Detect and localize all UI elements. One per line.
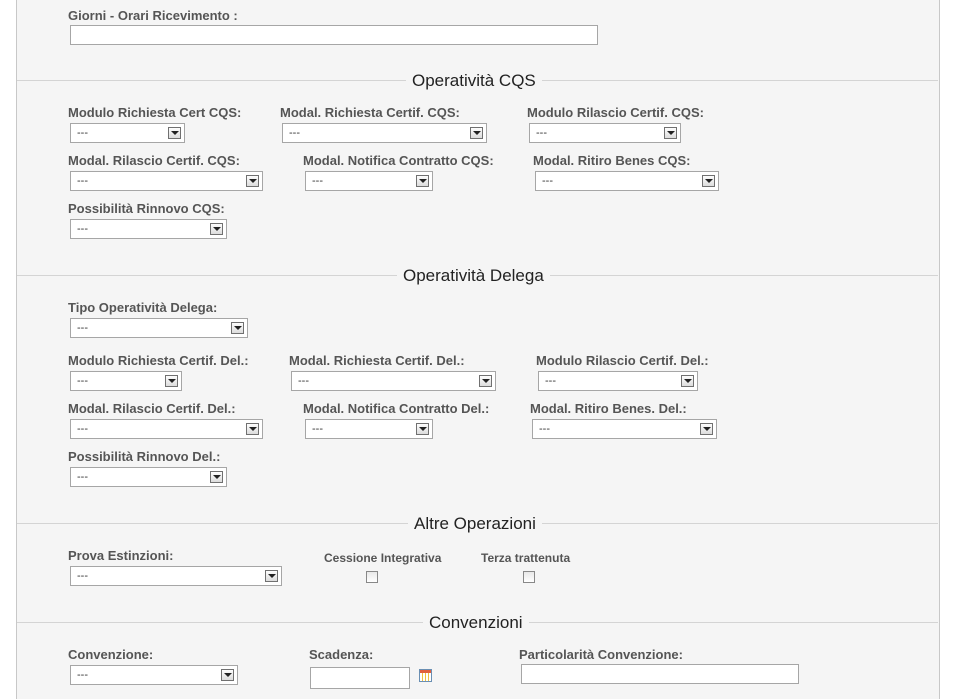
select-value: --- [289,127,300,139]
cqs-rinnovo-select[interactable]: --- [70,219,227,239]
chevron-down-icon[interactable] [681,375,694,387]
section-title-altre: Altre Operazioni [408,514,542,534]
delega-modulo-richiesta-select[interactable]: --- [70,371,182,391]
scadenza-input[interactable] [310,667,410,689]
cqs-modal-ritiro-select[interactable]: --- [535,171,719,191]
select-value: --- [77,471,88,483]
select-value: --- [312,423,323,435]
select-value: --- [542,175,553,187]
cqs-rinnovo-label: Possibilità Rinnovo CQS: [68,201,225,216]
delega-tipo-select[interactable]: --- [70,318,248,338]
section-title-convenzioni: Convenzioni [423,613,529,633]
cqs-modal-rilascio-label: Modal. Rilascio Certif. CQS: [68,153,240,168]
chevron-down-icon[interactable] [165,375,178,387]
select-value: --- [298,375,309,387]
terza-trattenuta-label: Terza trattenuta [481,551,571,565]
cqs-modulo-richiesta-label: Modulo Richiesta Cert CQS: [68,105,242,120]
chevron-down-icon[interactable] [210,471,223,483]
chevron-down-icon[interactable] [246,175,259,187]
delega-rinnovo-select[interactable]: --- [70,467,227,487]
chevron-down-icon[interactable] [265,570,278,582]
delega-tipo-label: Tipo Operatività Delega: [68,300,218,315]
select-value: --- [77,423,88,435]
select-value: --- [77,669,88,681]
particolarita-convenzione-input[interactable] [521,664,799,684]
chevron-down-icon[interactable] [210,223,223,235]
cqs-modal-richiesta-label: Modal. Richiesta Certif. CQS: [280,105,460,120]
cqs-modal-notifica-label: Modal. Notifica Contratto CQS: [303,153,494,168]
giorni-input[interactable] [70,25,598,45]
delega-modulo-rilascio-select[interactable]: --- [538,371,698,391]
prova-estinzioni-label: Prova Estinzioni: [68,548,174,563]
select-value: --- [545,375,556,387]
particolarita-convenzione-label: Particolarità Convenzione: [519,647,683,662]
chevron-down-icon[interactable] [664,127,677,139]
cqs-modulo-richiesta-select[interactable]: --- [70,123,185,143]
scadenza-label: Scadenza: [309,647,374,662]
calendar-icon[interactable] [419,669,432,682]
terza-trattenuta-checkbox[interactable] [523,571,535,583]
select-value: --- [77,127,88,139]
chevron-down-icon[interactable] [168,127,181,139]
chevron-down-icon[interactable] [246,423,259,435]
cqs-modal-ritiro-label: Modal. Ritiro Benes CQS: [533,153,691,168]
chevron-down-icon[interactable] [231,322,244,334]
select-value: --- [77,322,88,334]
select-value: --- [77,175,88,187]
cessione-integrativa-checkbox[interactable] [366,571,378,583]
delega-modal-rilascio-select[interactable]: --- [70,419,263,439]
chevron-down-icon[interactable] [470,127,483,139]
delega-modal-ritiro-select[interactable]: --- [532,419,717,439]
delega-modulo-richiesta-label: Modulo Richiesta Certif. Del.: [68,353,249,368]
chevron-down-icon[interactable] [479,375,492,387]
delega-modal-notifica-select[interactable]: --- [305,419,433,439]
select-value: --- [536,127,547,139]
section-title-cqs: Operatività CQS [406,71,542,91]
convenzione-select[interactable]: --- [70,665,238,685]
prova-estinzioni-select[interactable]: --- [70,566,282,586]
chevron-down-icon[interactable] [702,175,715,187]
chevron-down-icon[interactable] [221,669,234,681]
chevron-down-icon[interactable] [416,175,429,187]
delega-modal-richiesta-label: Modal. Richiesta Certif. Del.: [289,353,465,368]
chevron-down-icon[interactable] [416,423,429,435]
select-value: --- [77,223,88,235]
cqs-modulo-rilascio-label: Modulo Rilascio Certif. CQS: [527,105,704,120]
delega-modal-richiesta-select[interactable]: --- [291,371,496,391]
cqs-modal-notifica-select[interactable]: --- [305,171,433,191]
delega-modal-notifica-label: Modal. Notifica Contratto Del.: [303,401,490,416]
convenzione-label: Convenzione: [68,647,154,662]
select-value: --- [77,570,88,582]
delega-rinnovo-label: Possibilità Rinnovo Del.: [68,449,221,464]
select-value: --- [312,175,323,187]
cqs-modal-rilascio-select[interactable]: --- [70,171,263,191]
select-value: --- [77,375,88,387]
delega-modal-ritiro-label: Modal. Ritiro Benes. Del.: [530,401,687,416]
section-title-delega: Operatività Delega [397,266,550,286]
cqs-modal-richiesta-select[interactable]: --- [282,123,487,143]
select-value: --- [539,423,550,435]
giorni-label: Giorni - Orari Ricevimento : [68,8,238,23]
cqs-modulo-rilascio-select[interactable]: --- [529,123,681,143]
chevron-down-icon[interactable] [700,423,713,435]
delega-modulo-rilascio-label: Modulo Rilascio Certif. Del.: [536,353,709,368]
delega-modal-rilascio-label: Modal. Rilascio Certif. Del.: [68,401,236,416]
cessione-integrativa-label: Cessione Integrativa [324,551,442,565]
